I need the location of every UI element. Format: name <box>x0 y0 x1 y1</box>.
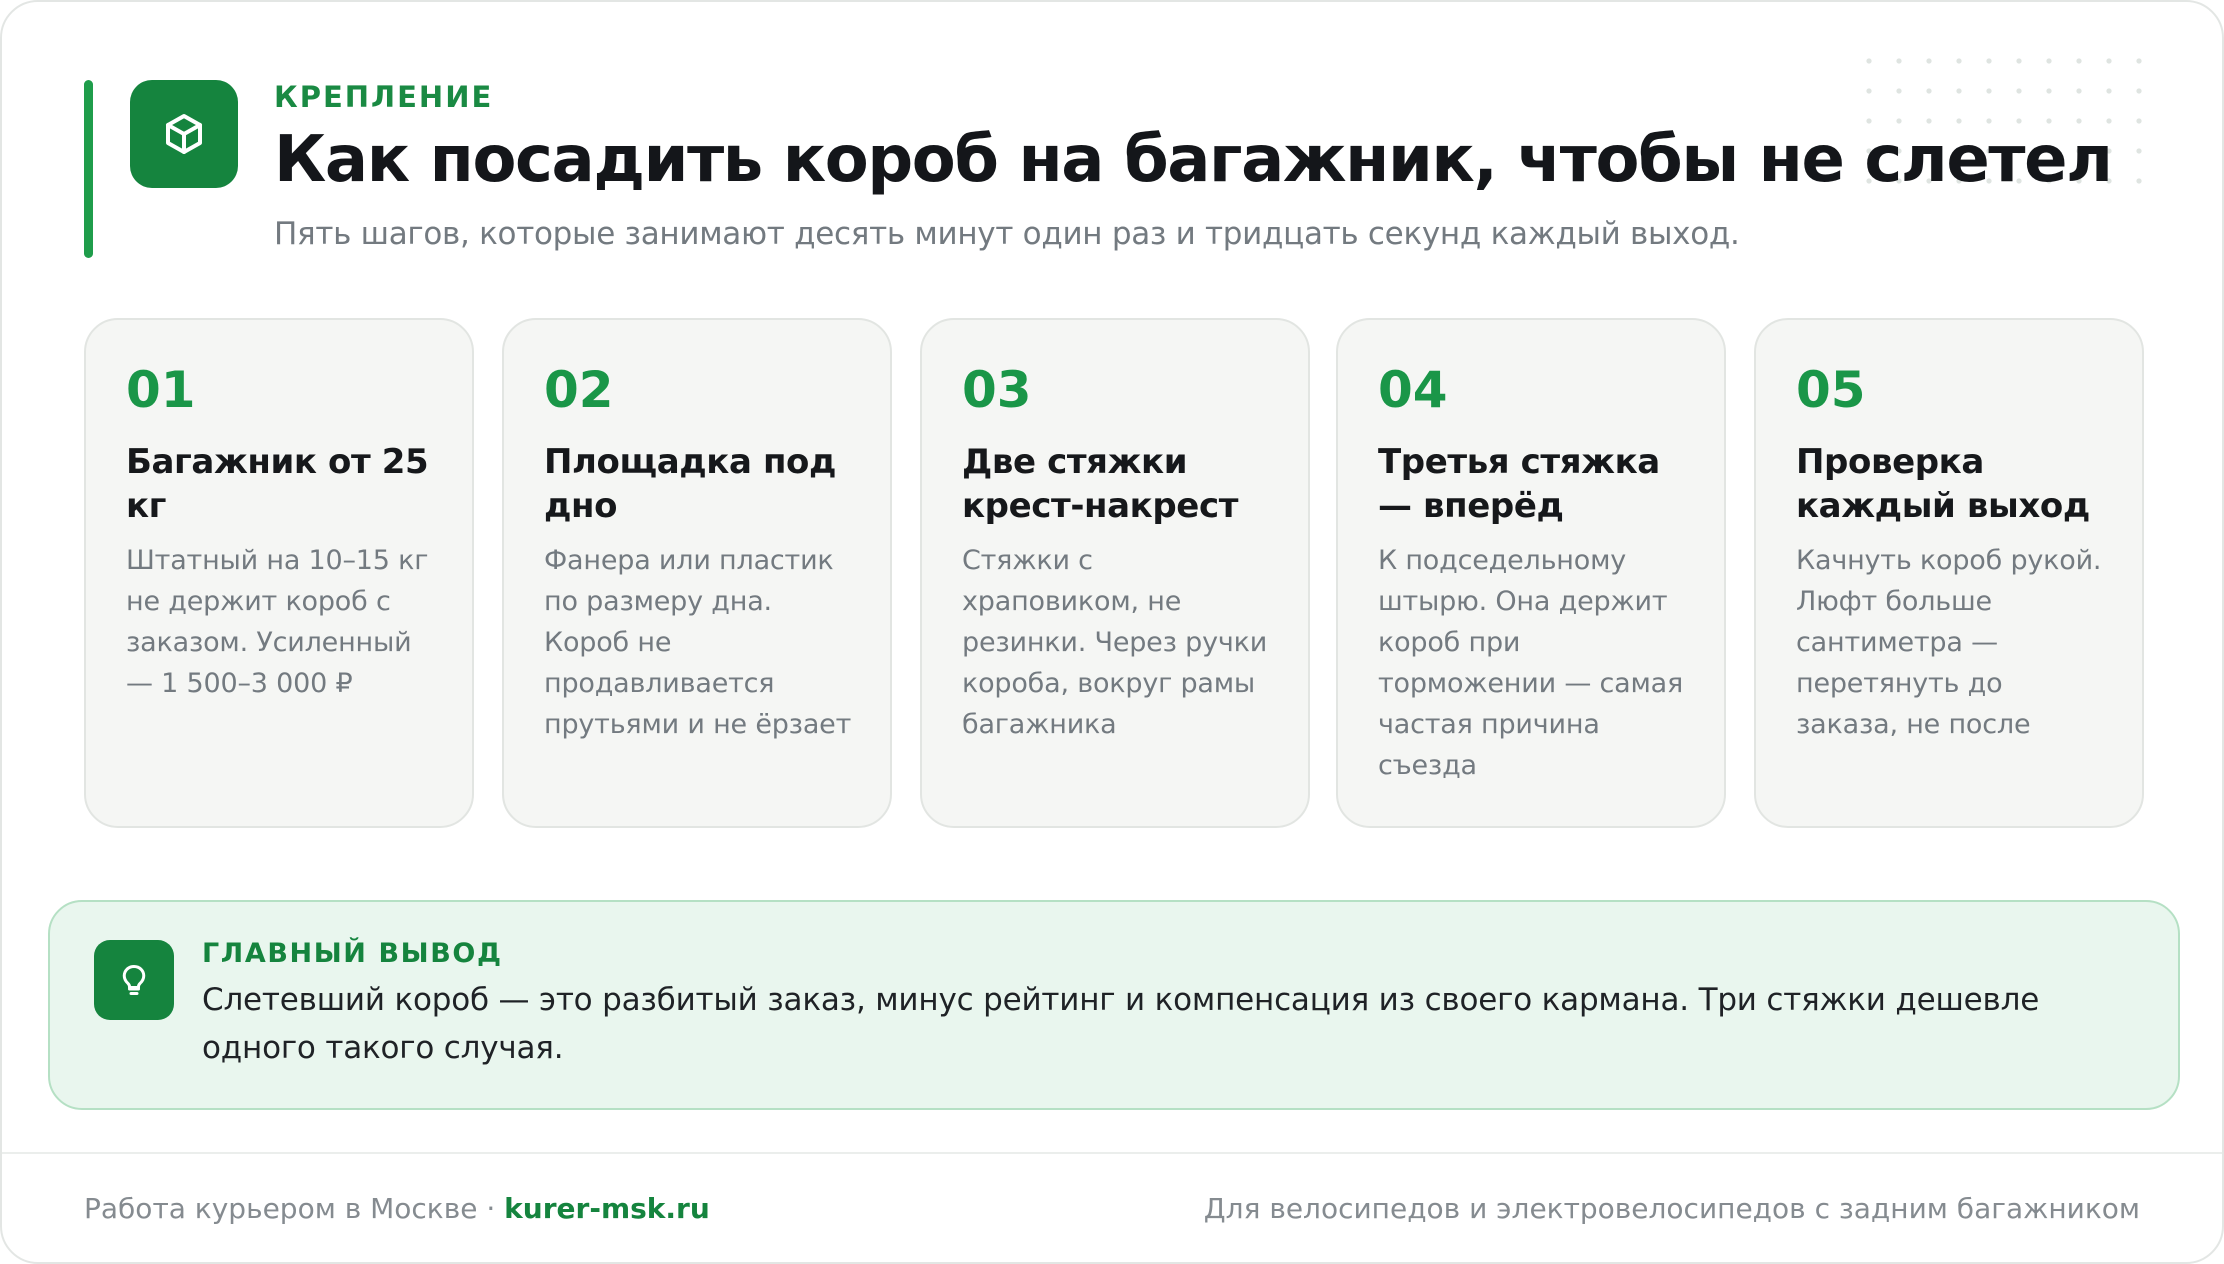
step-card-1: 01 Багажник от 25 кг Штатный на 10–15 кг… <box>84 318 474 828</box>
step-description: Стяжки с храповиком, не резинки. Через р… <box>962 545 1268 740</box>
slide: КРЕПЛЕНИЕ Как посадить короб на багажник… <box>0 0 2224 1264</box>
step-number: 02 <box>544 361 614 419</box>
step-card-5: 05 Проверка каждый выход Качнуть короб р… <box>1754 318 2144 828</box>
lightbulb-icon <box>122 965 146 995</box>
step-number: 03 <box>962 361 1032 419</box>
step-title: Проверка каждый выход <box>1796 442 2090 526</box>
step-title: Две стяжки крест-накрест <box>962 442 1239 526</box>
footer-divider <box>2 1152 2222 1154</box>
page-subtitle: Пять шагов, которые занимают десять мину… <box>274 216 1740 252</box>
step-title: Третья стяжка — вперёд <box>1378 442 1660 526</box>
step-number: 04 <box>1378 361 1448 419</box>
takeaway-label: ГЛАВНЫЙ ВЫВОД <box>202 938 503 969</box>
steps-list: 01 Багажник от 25 кг Штатный на 10–15 кг… <box>84 318 2144 828</box>
step-title: Багажник от 25 кг <box>126 442 429 526</box>
step-description: Фанера или пластик по размеру дна. Короб… <box>544 545 852 740</box>
step-card-3: 03 Две стяжки крест-накрест Стяжки с хра… <box>920 318 1310 828</box>
footer-source-text: Работа курьером в Москве · <box>84 1192 505 1225</box>
page-title: Как посадить короб на багажник, чтобы не… <box>274 123 2113 197</box>
header-icon-tile <box>130 80 238 188</box>
step-description: Качнуть короб рукой. Люфт больше сантиме… <box>1796 545 2102 740</box>
section-eyebrow: КРЕПЛЕНИЕ <box>274 80 494 114</box>
step-number: 01 <box>126 361 196 419</box>
step-title: Площадка под дно <box>544 442 837 526</box>
footer-source: Работа курьером в Москве · kurer-msk.ru <box>84 1192 710 1225</box>
accent-bar <box>84 80 93 258</box>
step-card-4: 04 Третья стяжка — вперёд К подседельном… <box>1336 318 1726 828</box>
takeaway-icon-tile <box>94 940 174 1020</box>
takeaway-text: Слетевший короб — это разбитый заказ, ми… <box>202 982 2040 1066</box>
step-description: К подседельному штырю. Она держит короб … <box>1378 545 1684 781</box>
step-number: 05 <box>1796 361 1866 419</box>
takeaway-callout: ГЛАВНЫЙ ВЫВОД Слетевший короб — это разб… <box>48 900 2180 1110</box>
box-icon <box>166 114 202 154</box>
step-description: Штатный на 10–15 кг не держит короб с за… <box>126 545 429 699</box>
footer-note: Для велосипедов и электровелосипедов с з… <box>1203 1192 2140 1225</box>
footer-site-link[interactable]: kurer-msk.ru <box>504 1192 710 1225</box>
step-card-2: 02 Площадка под дно Фанера или пластик п… <box>502 318 892 828</box>
